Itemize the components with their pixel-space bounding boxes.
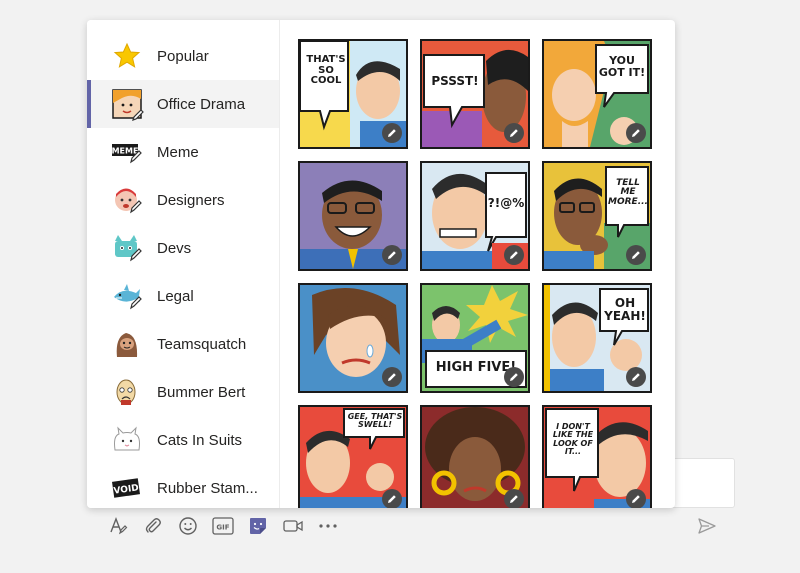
sticker-icon[interactable] bbox=[240, 512, 275, 540]
category-label: Meme bbox=[157, 143, 199, 161]
category-label: Rubber Stam... bbox=[157, 479, 258, 497]
edit-pencil-icon[interactable] bbox=[504, 123, 524, 143]
sticker-picker-panel: Popular Office Drama MEME Meme Designers bbox=[87, 20, 675, 508]
sticker-caption: YOU GOT IT! bbox=[598, 54, 646, 79]
edit-pencil-icon[interactable] bbox=[626, 245, 646, 265]
category-label: Teamsquatch bbox=[157, 335, 247, 353]
category-bummer-bert[interactable]: Bummer Bert bbox=[87, 368, 279, 416]
sticker-you-got-it[interactable]: YOU GOT IT! bbox=[542, 39, 652, 149]
edit-pencil-icon[interactable] bbox=[504, 367, 524, 387]
category-rubber-stamp[interactable]: VOID Rubber Stam... bbox=[87, 464, 279, 508]
category-meme[interactable]: MEME Meme bbox=[87, 128, 279, 176]
sticker-laughing-man[interactable] bbox=[298, 161, 408, 271]
sticker-caption: ?!@% bbox=[487, 196, 525, 210]
cats-in-suits-icon bbox=[111, 424, 143, 456]
category-label: Legal bbox=[157, 287, 194, 305]
category-label: Cats In Suits bbox=[157, 431, 243, 449]
category-label: Designers bbox=[157, 191, 225, 209]
sticker-caption: THAT'S SO COOL bbox=[306, 54, 346, 86]
sticker-oh-yeah[interactable]: OH YEAH! bbox=[542, 283, 652, 393]
edit-pencil-icon[interactable] bbox=[504, 245, 524, 265]
office-drama-icon bbox=[111, 88, 144, 121]
meet-icon[interactable] bbox=[275, 512, 310, 540]
sticker-caption: PSSST! bbox=[431, 74, 479, 88]
rubber-stamp-icon: VOID bbox=[111, 472, 143, 504]
star-icon bbox=[111, 40, 143, 72]
category-cats-in-suits[interactable]: Cats In Suits bbox=[87, 416, 279, 464]
category-label: Office Drama bbox=[157, 95, 246, 113]
sticker-thats-so-cool[interactable]: THAT'S SO COOL bbox=[298, 39, 408, 149]
category-teamsquatch[interactable]: Teamsquatch bbox=[87, 320, 279, 368]
meme-icon-text: MEME bbox=[112, 147, 139, 156]
category-legal[interactable]: Legal bbox=[87, 272, 279, 320]
category-label: Devs bbox=[157, 239, 192, 257]
category-label: Bummer Bert bbox=[157, 383, 246, 401]
format-icon[interactable] bbox=[100, 512, 135, 540]
edit-pencil-icon[interactable] bbox=[382, 489, 402, 508]
edit-pencil-icon[interactable] bbox=[382, 367, 402, 387]
category-office-drama[interactable]: Office Drama bbox=[87, 80, 279, 128]
sticker-gee-thats-swell[interactable]: GEE, THAT'S SWELL! bbox=[298, 405, 408, 508]
legal-shark-icon bbox=[111, 280, 143, 312]
sticker-caption: TELL ME MORE... bbox=[608, 178, 648, 207]
edit-pencil-icon[interactable] bbox=[504, 489, 524, 508]
more-icon[interactable] bbox=[310, 512, 345, 540]
sticker-caption: OH YEAH! bbox=[604, 296, 646, 323]
sticker-high-five[interactable]: HIGH FIVE! bbox=[420, 283, 530, 393]
edit-pencil-icon[interactable] bbox=[382, 245, 402, 265]
compose-toolbar: GIF bbox=[100, 512, 345, 540]
sticker-skeptical-woman[interactable] bbox=[420, 405, 530, 508]
gif-icon[interactable]: GIF bbox=[205, 512, 240, 540]
sticker-angry-man[interactable]: ?!@% bbox=[420, 161, 530, 271]
sticker-caption: GEE, THAT'S SWELL! bbox=[347, 412, 403, 430]
teamsquatch-icon bbox=[111, 328, 143, 360]
sticker-grid: THAT'S SO COOL PSSST! YOU GOT IT! ?!@% T… bbox=[281, 20, 675, 508]
designers-icon bbox=[111, 184, 143, 216]
attach-icon[interactable] bbox=[135, 512, 170, 540]
bummer-bert-icon bbox=[111, 376, 143, 408]
sticker-pssst[interactable]: PSSST! bbox=[420, 39, 530, 149]
emoji-icon[interactable] bbox=[170, 512, 205, 540]
sticker-tell-me-more[interactable]: TELL ME MORE... bbox=[542, 161, 652, 271]
edit-pencil-icon[interactable] bbox=[382, 123, 402, 143]
edit-pencil-icon[interactable] bbox=[626, 367, 646, 387]
edit-pencil-icon[interactable] bbox=[626, 489, 646, 508]
sticker-dont-like-the-look[interactable]: I DON'T LIKE THE LOOK OF IT... bbox=[542, 405, 652, 508]
category-devs[interactable]: Devs bbox=[87, 224, 279, 272]
category-designers[interactable]: Designers bbox=[87, 176, 279, 224]
sticker-crying-woman[interactable] bbox=[298, 283, 408, 393]
category-label: Popular bbox=[157, 47, 209, 65]
sticker-category-sidebar: Popular Office Drama MEME Meme Designers bbox=[87, 20, 280, 508]
gif-icon-text: GIF bbox=[216, 524, 229, 532]
meme-icon: MEME bbox=[111, 136, 143, 168]
edit-pencil-icon[interactable] bbox=[626, 123, 646, 143]
sticker-caption: I DON'T LIKE THE LOOK OF IT... bbox=[552, 422, 594, 457]
devs-icon bbox=[111, 232, 143, 264]
send-icon[interactable] bbox=[693, 512, 721, 540]
category-popular[interactable]: Popular bbox=[87, 32, 279, 80]
